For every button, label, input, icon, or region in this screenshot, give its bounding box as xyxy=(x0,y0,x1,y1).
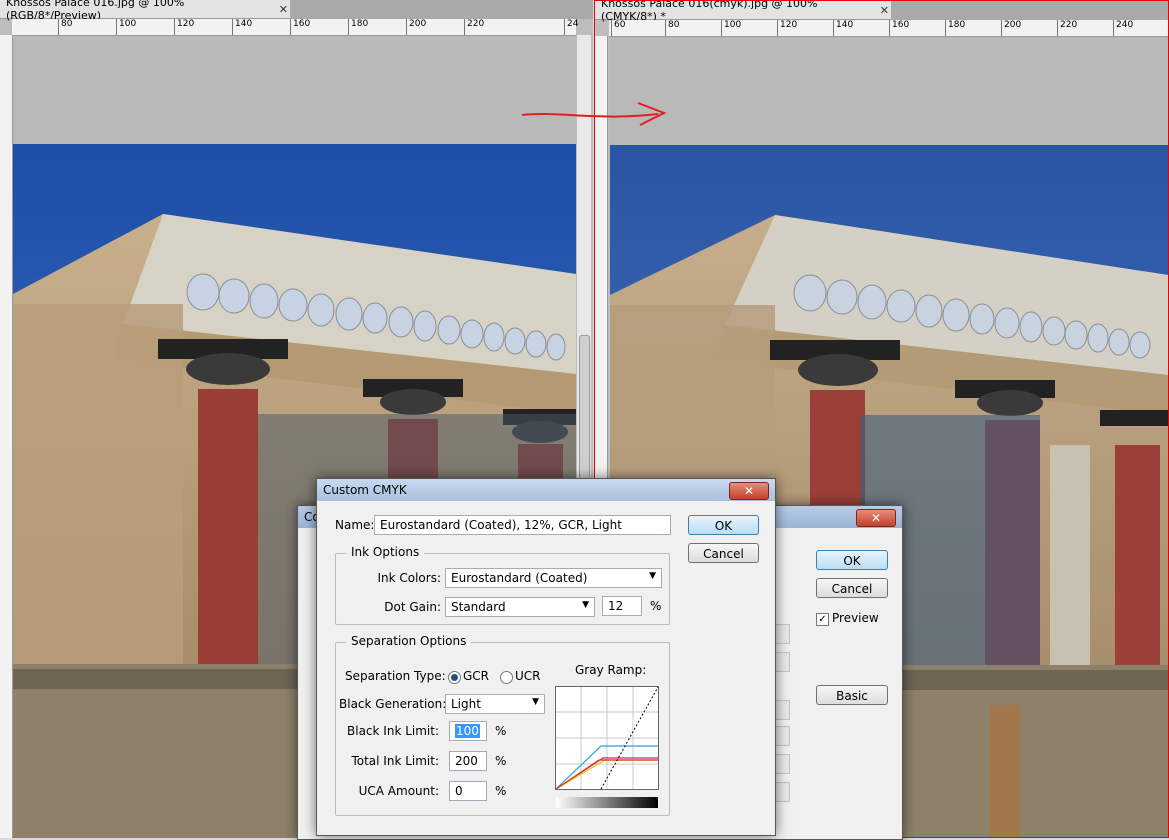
ucr-radio[interactable] xyxy=(500,671,513,684)
ruler-tick: 160 xyxy=(889,20,909,36)
percent-sign: % xyxy=(495,754,507,768)
percent-sign: % xyxy=(650,599,662,613)
ruler-tick: 100 xyxy=(721,20,741,36)
canvas-pasteboard xyxy=(610,37,1168,145)
dot-gain-percent-field[interactable]: 12 xyxy=(602,596,642,616)
dialog-title: Custom CMYK xyxy=(323,483,407,497)
ink-colors-value: Eurostandard (Coated) xyxy=(451,571,588,585)
total-ink-limit-label: Total Ink Limit: xyxy=(351,754,439,768)
ruler-tick: 24 xyxy=(564,19,578,35)
ink-options-title: Ink Options xyxy=(346,545,425,559)
ok-button[interactable]: OK xyxy=(688,515,759,535)
close-icon[interactable]: ✕ xyxy=(856,509,896,527)
ruler-tick: 60 xyxy=(611,20,625,36)
name-label: Name: xyxy=(335,518,375,532)
custom-cmyk-titlebar: Custom CMYK xyxy=(317,479,775,501)
ruler-tick: 140 xyxy=(833,20,853,36)
chevron-down-icon: ▼ xyxy=(532,697,539,707)
ruler-tick: 200 xyxy=(1001,20,1021,36)
ink-colors-dropdown[interactable]: Eurostandard (Coated) ▼ xyxy=(445,568,662,588)
dot-gain-value: Standard xyxy=(451,600,506,614)
ink-colors-label: Ink Colors: xyxy=(377,571,441,585)
right-document-tab[interactable]: Knossos Palace 016(cmyk).jpg @ 100% (CMY… xyxy=(595,1,891,23)
ruler-tick: 120 xyxy=(777,20,797,36)
black-ink-limit-value: 100 xyxy=(455,724,480,738)
close-icon[interactable]: ✕ xyxy=(277,3,290,16)
chevron-down-icon: ▼ xyxy=(582,600,589,610)
ruler-tick: 180 xyxy=(348,19,368,35)
basic-button[interactable]: Basic xyxy=(816,685,888,705)
background-dropdown xyxy=(774,652,790,672)
black-generation-dropdown[interactable]: Light ▼ xyxy=(445,694,545,714)
ruler-tick: 220 xyxy=(464,19,484,35)
percent-sign: % xyxy=(495,724,507,738)
black-ink-limit-field[interactable]: 100 xyxy=(449,721,487,741)
preview-checkbox[interactable]: ✓ xyxy=(816,613,829,626)
background-dropdown xyxy=(774,624,790,644)
left-document-tab[interactable]: Knossos Palace 016.jpg @ 100% (RGB/8*/Pr… xyxy=(0,0,290,22)
name-field[interactable]: Eurostandard (Coated), 12%, GCR, Light xyxy=(374,515,671,535)
ruler-tick: 100 xyxy=(116,19,136,35)
ruler-tick: 120 xyxy=(174,19,194,35)
dot-gain-label: Dot Gain: xyxy=(384,600,441,614)
close-icon[interactable]: ✕ xyxy=(729,482,769,500)
separation-type-label: Separation Type: xyxy=(345,669,446,683)
ucr-label: UCR xyxy=(515,669,541,683)
gray-ramp-graph xyxy=(555,686,659,808)
chevron-down-icon: ▼ xyxy=(649,571,656,581)
ruler-tick: 220 xyxy=(1057,20,1077,36)
custom-cmyk-dialog: Custom CMYK ✕ Name: Eurostandard (Coated… xyxy=(316,478,776,836)
close-icon[interactable]: ✕ xyxy=(878,4,891,17)
background-dropdown xyxy=(774,726,790,746)
black-generation-label: Black Generation: xyxy=(339,697,447,711)
dot-gain-dropdown[interactable]: Standard ▼ xyxy=(445,597,595,617)
cancel-button[interactable]: Cancel xyxy=(688,543,759,563)
color-settings-ok-button[interactable]: OK xyxy=(816,550,888,570)
gcr-radio[interactable] xyxy=(448,671,461,684)
black-ink-limit-label: Black Ink Limit: xyxy=(347,724,439,738)
ruler-tick: 140 xyxy=(232,19,252,35)
background-dropdown xyxy=(774,754,790,774)
preview-label: Preview xyxy=(832,611,879,625)
background-dropdown xyxy=(774,700,790,720)
gray-ramp-label: Gray Ramp: xyxy=(575,663,647,677)
uca-amount-label: UCA Amount: xyxy=(358,784,439,798)
annotation-arrow-icon xyxy=(521,102,667,126)
vertical-ruler xyxy=(0,35,13,838)
ruler-tick: 160 xyxy=(290,19,310,35)
ruler-tick: 80 xyxy=(665,20,679,36)
uca-amount-field[interactable]: 0 xyxy=(449,781,487,801)
percent-sign: % xyxy=(495,784,507,798)
total-ink-limit-field[interactable]: 200 xyxy=(449,751,487,771)
ruler-tick: 80 xyxy=(58,19,72,35)
horizontal-ruler: 80 100 120 140 160 180 200 220 24 xyxy=(12,19,578,36)
ruler-tick: 200 xyxy=(406,19,426,35)
canvas-pasteboard xyxy=(13,36,576,144)
separation-options-title: Separation Options xyxy=(346,634,472,648)
ruler-tick: 240 xyxy=(1113,20,1133,36)
background-dropdown xyxy=(774,782,790,802)
gcr-label: GCR xyxy=(463,669,490,683)
horizontal-ruler: 60 80 100 120 140 160 180 200 220 240 xyxy=(609,20,1168,37)
ruler-tick: 180 xyxy=(945,20,965,36)
color-settings-cancel-button[interactable]: Cancel xyxy=(816,578,888,598)
black-generation-value: Light xyxy=(451,697,481,711)
